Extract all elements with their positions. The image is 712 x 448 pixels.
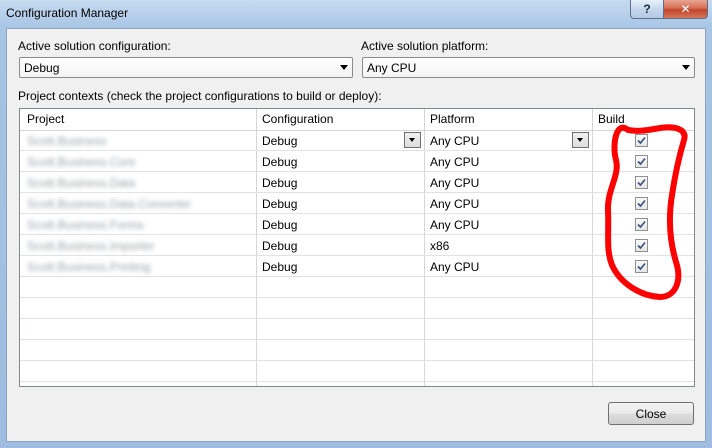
configuration-dropdown-button[interactable] — [404, 132, 421, 148]
configuration-cell[interactable]: Debug — [262, 239, 297, 253]
checkmark-icon — [637, 199, 646, 208]
configuration-manager-window: Configuration Manager ? ✕ Active solutio… — [0, 0, 712, 448]
checkmark-icon — [637, 220, 646, 229]
checkmark-icon — [637, 241, 646, 250]
build-checkbox[interactable] — [635, 218, 648, 231]
solution-configuration-label: Active solution configuration: — [18, 39, 171, 53]
solution-platform-dropdown[interactable]: Any CPU — [362, 57, 695, 78]
title-bar[interactable]: Configuration Manager ? ✕ — [0, 0, 712, 27]
solution-configuration-dropdown[interactable]: Debug — [19, 57, 353, 78]
configuration-cell[interactable]: Debug — [262, 197, 297, 211]
close-button[interactable]: Close — [608, 402, 694, 425]
configuration-cell[interactable]: Debug — [262, 176, 297, 190]
empty-row — [20, 340, 694, 361]
column-header-project[interactable]: Project — [27, 112, 64, 126]
column-header-build[interactable]: Build — [598, 112, 625, 126]
platform-cell[interactable]: Any CPU — [430, 155, 479, 169]
build-checkbox[interactable] — [635, 134, 648, 147]
project-contexts-label: Project contexts (check the project conf… — [18, 89, 382, 103]
chevron-down-icon — [682, 65, 690, 70]
window-title: Configuration Manager — [6, 6, 129, 20]
platform-dropdown-button[interactable] — [572, 132, 589, 148]
column-header-platform[interactable]: Platform — [430, 112, 475, 126]
platform-cell[interactable]: Any CPU — [430, 260, 479, 274]
table-row[interactable]: Scott.Business.Core Debug Any CPU — [20, 151, 694, 172]
project-name: Scott.Business.Forms — [27, 218, 144, 232]
platform-cell[interactable]: Any CPU — [430, 134, 479, 148]
table-row[interactable]: Scott.Business.Printing Debug Any CPU — [20, 256, 694, 277]
build-checkbox[interactable] — [635, 260, 648, 273]
platform-cell[interactable]: x86 — [430, 239, 449, 253]
table-row[interactable]: Scott.Business Debug Any CPU — [20, 130, 694, 151]
empty-row — [20, 361, 694, 382]
platform-cell[interactable]: Any CPU — [430, 197, 479, 211]
configuration-cell[interactable]: Debug — [262, 260, 297, 274]
table-row[interactable]: Scott.Business.Data.Converter Debug Any … — [20, 193, 694, 214]
platform-cell[interactable]: Any CPU — [430, 218, 479, 232]
chevron-down-icon — [340, 65, 348, 70]
project-name: Scott.Business.Printing — [27, 260, 151, 274]
project-contexts-grid: Project Configuration Platform Build Sco… — [19, 108, 695, 387]
solution-platform-label: Active solution platform: — [361, 39, 489, 53]
project-name: Scott.Business.Importer — [27, 239, 155, 253]
checkmark-icon — [637, 178, 646, 187]
configuration-cell[interactable]: Debug — [262, 155, 297, 169]
checkmark-icon — [637, 262, 646, 271]
build-checkbox[interactable] — [635, 239, 648, 252]
build-checkbox[interactable] — [635, 176, 648, 189]
project-name: Scott.Business.Data.Converter — [27, 197, 192, 211]
solution-configuration-value: Debug — [24, 61, 60, 75]
close-icon: ✕ — [680, 2, 691, 16]
empty-row — [20, 298, 694, 319]
project-name: Scott.Business — [27, 134, 107, 148]
table-row[interactable]: Scott.Business.Forms Debug Any CPU — [20, 214, 694, 235]
checkmark-icon — [637, 157, 646, 166]
platform-cell[interactable]: Any CPU — [430, 176, 479, 190]
configuration-cell[interactable]: Debug — [262, 218, 297, 232]
solution-platform-value: Any CPU — [367, 61, 417, 75]
checkmark-icon — [637, 136, 646, 145]
table-row[interactable]: Scott.Business.Data Debug Any CPU — [20, 172, 694, 193]
table-row[interactable]: Scott.Business.Importer Debug x86 — [20, 235, 694, 256]
build-checkbox[interactable] — [635, 197, 648, 210]
help-icon: ? — [643, 2, 651, 16]
column-header-configuration[interactable]: Configuration — [262, 112, 333, 126]
help-button[interactable]: ? — [630, 0, 664, 19]
build-checkbox[interactable] — [635, 155, 648, 168]
project-name: Scott.Business.Core — [27, 155, 136, 169]
empty-row — [20, 277, 694, 298]
empty-row — [20, 319, 694, 340]
dialog-client-area: Active solution configuration: Debug Act… — [6, 28, 706, 442]
grid-header: Project Configuration Platform Build — [20, 109, 694, 131]
configuration-cell[interactable]: Debug — [262, 134, 297, 148]
window-close-button[interactable]: ✕ — [663, 0, 708, 19]
project-name: Scott.Business.Data — [27, 176, 136, 190]
